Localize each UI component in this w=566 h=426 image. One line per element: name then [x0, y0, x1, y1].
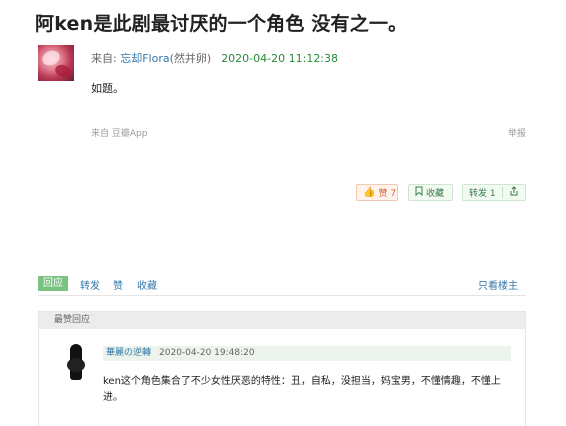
page-title: 阿ken是此剧最讨厌的一个角色 没有之一。	[35, 13, 408, 35]
report-link[interactable]: 举报	[508, 126, 526, 139]
post-body: 如题。	[91, 82, 124, 95]
share-icon	[509, 186, 519, 199]
owner-only-link[interactable]: 只看楼主	[478, 277, 518, 292]
collect-button-label: 收藏	[426, 189, 445, 199]
from-label: 来自:	[91, 52, 121, 65]
best-replies-section: 最赞回应 華麗の逆轉 2020-04-20 19:48:20 ken这个角色集合了…	[38, 311, 526, 426]
bookmark-icon	[415, 186, 423, 199]
reply-time: 2020-04-20 19:48:20	[159, 348, 255, 358]
post-meta: 来自: 忘却Flora(然并卵) 2020-04-20 11:12:38	[91, 50, 338, 66]
like-button-label: 赞 7	[378, 189, 397, 199]
author-avatar[interactable]	[38, 45, 74, 81]
like-button[interactable]: 👍 赞 7	[356, 184, 398, 201]
reply-text: ken这个角色集合了不少女性厌恶的特性：丑，自私，没担当，妈宝男，不懂情趣，不懂…	[103, 376, 501, 403]
author-signature: (然并卵)	[169, 52, 212, 65]
collect-button[interactable]: 收藏	[408, 184, 453, 201]
avatar-figure-shadow	[67, 358, 85, 372]
post-source: 来自 豆瓣App	[91, 129, 148, 139]
share-button[interactable]: 转发 1	[462, 184, 526, 201]
share-divider	[501, 187, 503, 198]
forward-link[interactable]: 转发	[80, 277, 100, 292]
like-link[interactable]: 赞	[113, 277, 123, 292]
best-replies-header: 最赞回应	[39, 312, 525, 329]
post-time: 2020-04-20 11:12:38	[221, 52, 339, 65]
action-bar: 回应 转发 赞 收藏 只看楼主	[38, 276, 526, 293]
reply-author-link[interactable]: 華麗の逆轉	[106, 348, 151, 358]
share-button-label: 转发 1	[469, 189, 496, 199]
thumbs-up-icon: 👍	[363, 187, 376, 198]
reply-avatar[interactable]	[65, 342, 87, 382]
divider	[38, 295, 526, 296]
favorite-link[interactable]: 收藏	[137, 277, 157, 292]
author-link[interactable]: 忘却Flora	[120, 52, 169, 65]
reply-meta: 華麗の逆轉 2020-04-20 19:48:20	[103, 346, 511, 361]
reply-button[interactable]: 回应	[38, 276, 68, 291]
